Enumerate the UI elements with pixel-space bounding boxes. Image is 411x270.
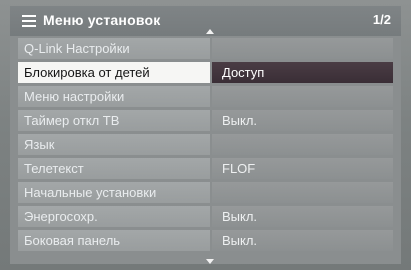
menu-item-label-cell: Q-Link Настройки bbox=[18, 38, 210, 59]
menu-item-label: Блокировка от детей bbox=[24, 65, 150, 80]
menu-item-label-cell: Телетекст bbox=[18, 158, 210, 179]
menu-items: Q-Link Настройки Блокировка от детей Дос… bbox=[18, 38, 393, 254]
menu-item-label-cell: Блокировка от детей bbox=[18, 62, 210, 83]
menu-list-icon bbox=[22, 15, 36, 27]
menu-item-label-cell: Меню настройки bbox=[18, 86, 210, 107]
menu-item-label-cell: Энергосохр. bbox=[18, 206, 210, 227]
scroll-up-arrow-icon[interactable] bbox=[206, 29, 214, 34]
menu-item-value: Выкл. bbox=[222, 209, 258, 224]
menu-item-value: FLOF bbox=[222, 161, 256, 176]
menu-item-value-cell bbox=[212, 86, 393, 107]
menu-item-value: Доступ bbox=[222, 65, 265, 80]
menu-item-value-cell: Доступ bbox=[212, 62, 393, 83]
menu-item-value: Выкл. bbox=[222, 233, 258, 248]
menu-item-label: Энергосохр. bbox=[24, 209, 98, 224]
menu-item-child-lock[interactable]: Блокировка от детей Доступ bbox=[18, 62, 393, 83]
menu-item-side-panel[interactable]: Боковая панель Выкл. bbox=[18, 230, 393, 251]
page-indicator: 1/2 bbox=[372, 12, 391, 27]
menu-item-language[interactable]: Язык bbox=[18, 134, 393, 155]
menu-item-value: Выкл. bbox=[222, 113, 258, 128]
menu-item-label: Язык bbox=[24, 137, 55, 152]
menu-item-off-timer[interactable]: Таймер откл ТВ Выкл. bbox=[18, 110, 393, 131]
menu-item-setup-menu[interactable]: Меню настройки bbox=[18, 86, 393, 107]
menu-item-value-cell bbox=[212, 38, 393, 59]
menu-item-label-cell: Боковая панель bbox=[18, 230, 210, 251]
menu-item-power-save[interactable]: Энергосохр. Выкл. bbox=[18, 206, 393, 227]
menu-item-initial-settings[interactable]: Начальные установки bbox=[18, 182, 393, 203]
menu-item-label: Меню настройки bbox=[24, 89, 125, 104]
menu-title: Меню установок bbox=[43, 12, 161, 28]
menu-item-value-cell: FLOF bbox=[212, 158, 393, 179]
setup-menu: Меню установок 1/2 Q-Link Настройки Блок… bbox=[10, 6, 401, 264]
scroll-down-arrow-icon[interactable] bbox=[206, 259, 214, 264]
menu-item-label-cell: Язык bbox=[18, 134, 210, 155]
menu-item-value-cell bbox=[212, 182, 393, 203]
menu-item-label: Q-Link Настройки bbox=[24, 41, 130, 56]
menu-item-label-cell: Таймер откл ТВ bbox=[18, 110, 210, 131]
menu-item-label: Телетекст bbox=[24, 161, 84, 176]
menu-item-value-cell: Выкл. bbox=[212, 206, 393, 227]
menu-item-label: Начальные установки bbox=[24, 185, 157, 200]
menu-item-value-cell: Выкл. bbox=[212, 110, 393, 131]
menu-item-teletext[interactable]: Телетекст FLOF bbox=[18, 158, 393, 179]
menu-item-label: Боковая панель bbox=[24, 233, 121, 248]
menu-header: Меню установок 1/2 bbox=[10, 6, 401, 36]
menu-item-qlink[interactable]: Q-Link Настройки bbox=[18, 38, 393, 59]
menu-item-label: Таймер откл ТВ bbox=[24, 113, 120, 128]
menu-item-value-cell: Выкл. bbox=[212, 230, 393, 251]
menu-item-label-cell: Начальные установки bbox=[18, 182, 210, 203]
menu-item-value-cell bbox=[212, 134, 393, 155]
